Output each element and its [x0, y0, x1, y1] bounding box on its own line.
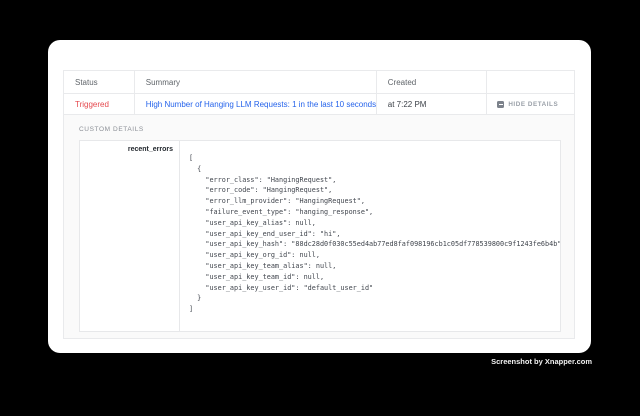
- table-row: Triggered High Number of Hanging LLM Req…: [63, 94, 575, 115]
- alert-summary-link[interactable]: High Number of Hanging LLM Requests: 1 i…: [146, 100, 377, 109]
- column-header-summary: Summary: [135, 71, 377, 93]
- table-header-row: Status Summary Created: [63, 70, 575, 94]
- column-header-actions: [487, 71, 574, 93]
- hide-details-label: HIDE DETAILS: [508, 101, 558, 108]
- alerts-card: Status Summary Created Triggered High Nu…: [48, 40, 591, 353]
- column-header-created: Created: [377, 71, 488, 93]
- xnapper-watermark: Screenshot by Xnapper.com: [491, 357, 592, 366]
- alerts-table: Status Summary Created Triggered High Nu…: [63, 70, 575, 339]
- created-timestamp: at 7:22 PM: [388, 100, 427, 109]
- json-code-block: [ { "error_class": "HangingRequest", "er…: [180, 141, 560, 331]
- column-header-status: Status: [64, 71, 135, 93]
- custom-details-panel: recent_errors [ { "error_class": "Hangin…: [79, 140, 561, 332]
- hide-details-button[interactable]: HIDE DETAILS: [497, 101, 558, 108]
- field-label-recent-errors: recent_errors: [80, 141, 180, 331]
- minus-square-icon: [497, 101, 504, 108]
- status-badge: Triggered: [75, 100, 109, 109]
- custom-details-section: CUSTOM DETAILS recent_errors [ { "error_…: [63, 115, 575, 339]
- custom-details-label: CUSTOM DETAILS: [79, 126, 144, 133]
